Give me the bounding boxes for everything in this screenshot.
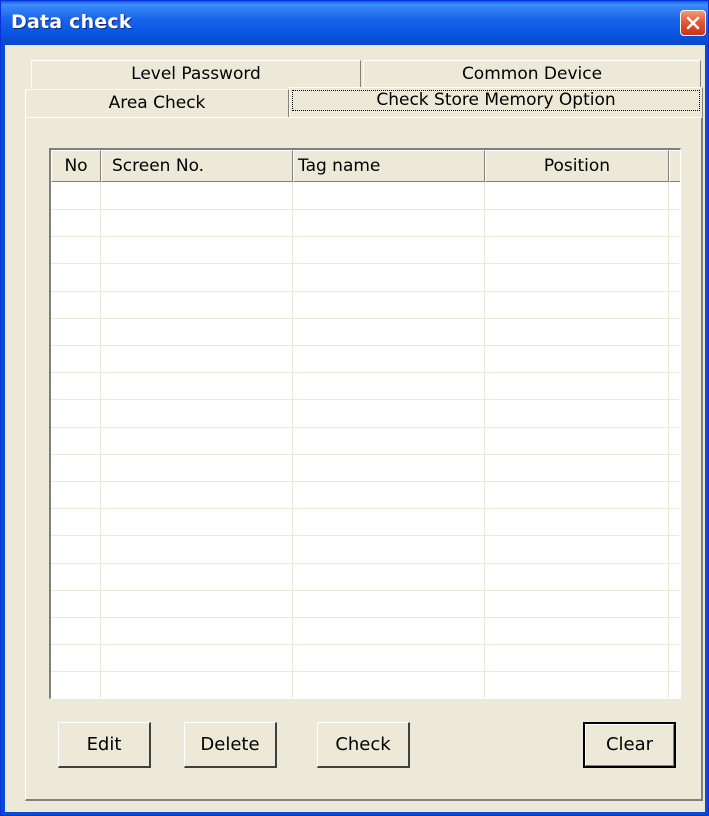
window-border-bottom (1, 812, 708, 815)
grid-line-horizontal (51, 590, 679, 591)
window-border-left (1, 45, 5, 815)
data-list-view[interactable]: No Screen No. Tag name Position (49, 148, 681, 699)
grid-line-horizontal (51, 671, 679, 672)
column-header-filler (669, 150, 680, 182)
grid-line-horizontal (51, 372, 679, 373)
grid-line-horizontal (51, 291, 679, 292)
tab-level-password[interactable]: Level Password (31, 60, 361, 88)
window-border-right (705, 45, 708, 815)
delete-button[interactable]: Delete (184, 722, 277, 768)
clear-button[interactable]: Clear (583, 722, 676, 768)
grid-line-horizontal (51, 399, 679, 400)
column-header-tag-name[interactable]: Tag name (293, 150, 485, 182)
tab-area-check[interactable]: Area Check (25, 89, 289, 117)
close-icon (686, 16, 700, 30)
grid-line-horizontal (51, 345, 679, 346)
edit-button-label: Edit (86, 733, 122, 755)
tab-label: Level Password (131, 64, 261, 84)
grid-line-horizontal (51, 318, 679, 319)
tab-common-device[interactable]: Common Device (363, 60, 701, 88)
clear-button-label: Clear (605, 734, 654, 755)
edit-button[interactable]: Edit (58, 722, 151, 768)
grid-line-vertical (668, 182, 669, 698)
column-header-position[interactable]: Position (485, 150, 669, 182)
column-header-screen-no[interactable]: Screen No. (101, 150, 293, 182)
grid-line-horizontal (51, 454, 679, 455)
grid-line-horizontal (51, 263, 679, 264)
column-header-label: Screen No. (112, 156, 205, 176)
check-button[interactable]: Check (317, 722, 410, 768)
close-button[interactable] (680, 10, 706, 36)
window-title: Data check (11, 11, 132, 33)
tab-label: Common Device (461, 64, 603, 84)
grid-line-horizontal (51, 481, 679, 482)
grid-line-horizontal (51, 563, 679, 564)
grid-line-horizontal (51, 427, 679, 428)
column-header-label: Tag name (298, 156, 381, 176)
title-bar[interactable]: Data check (1, 1, 708, 45)
tab-label: Area Check (108, 93, 206, 113)
grid-line-horizontal (51, 617, 679, 618)
grid-line-horizontal (51, 535, 679, 536)
tab-check-store-memory-option[interactable]: Check Store Memory Option (289, 87, 703, 117)
delete-button-label: Delete (200, 733, 260, 755)
grid-line-vertical (100, 182, 101, 698)
grid-line-vertical (292, 182, 293, 698)
column-header-no[interactable]: No (51, 150, 101, 182)
grid-line-horizontal (51, 209, 679, 210)
column-header-label: No (64, 156, 88, 176)
grid-line-horizontal (51, 508, 679, 509)
grid-line-vertical (484, 182, 485, 698)
column-header-label: Position (543, 156, 611, 176)
grid-line-horizontal (51, 236, 679, 237)
tab-label: Check Store Memory Option (376, 90, 616, 110)
grid-line-horizontal (51, 644, 679, 645)
data-check-dialog: Data check Level Password Common Device … (0, 0, 709, 816)
check-button-label: Check (335, 733, 391, 755)
